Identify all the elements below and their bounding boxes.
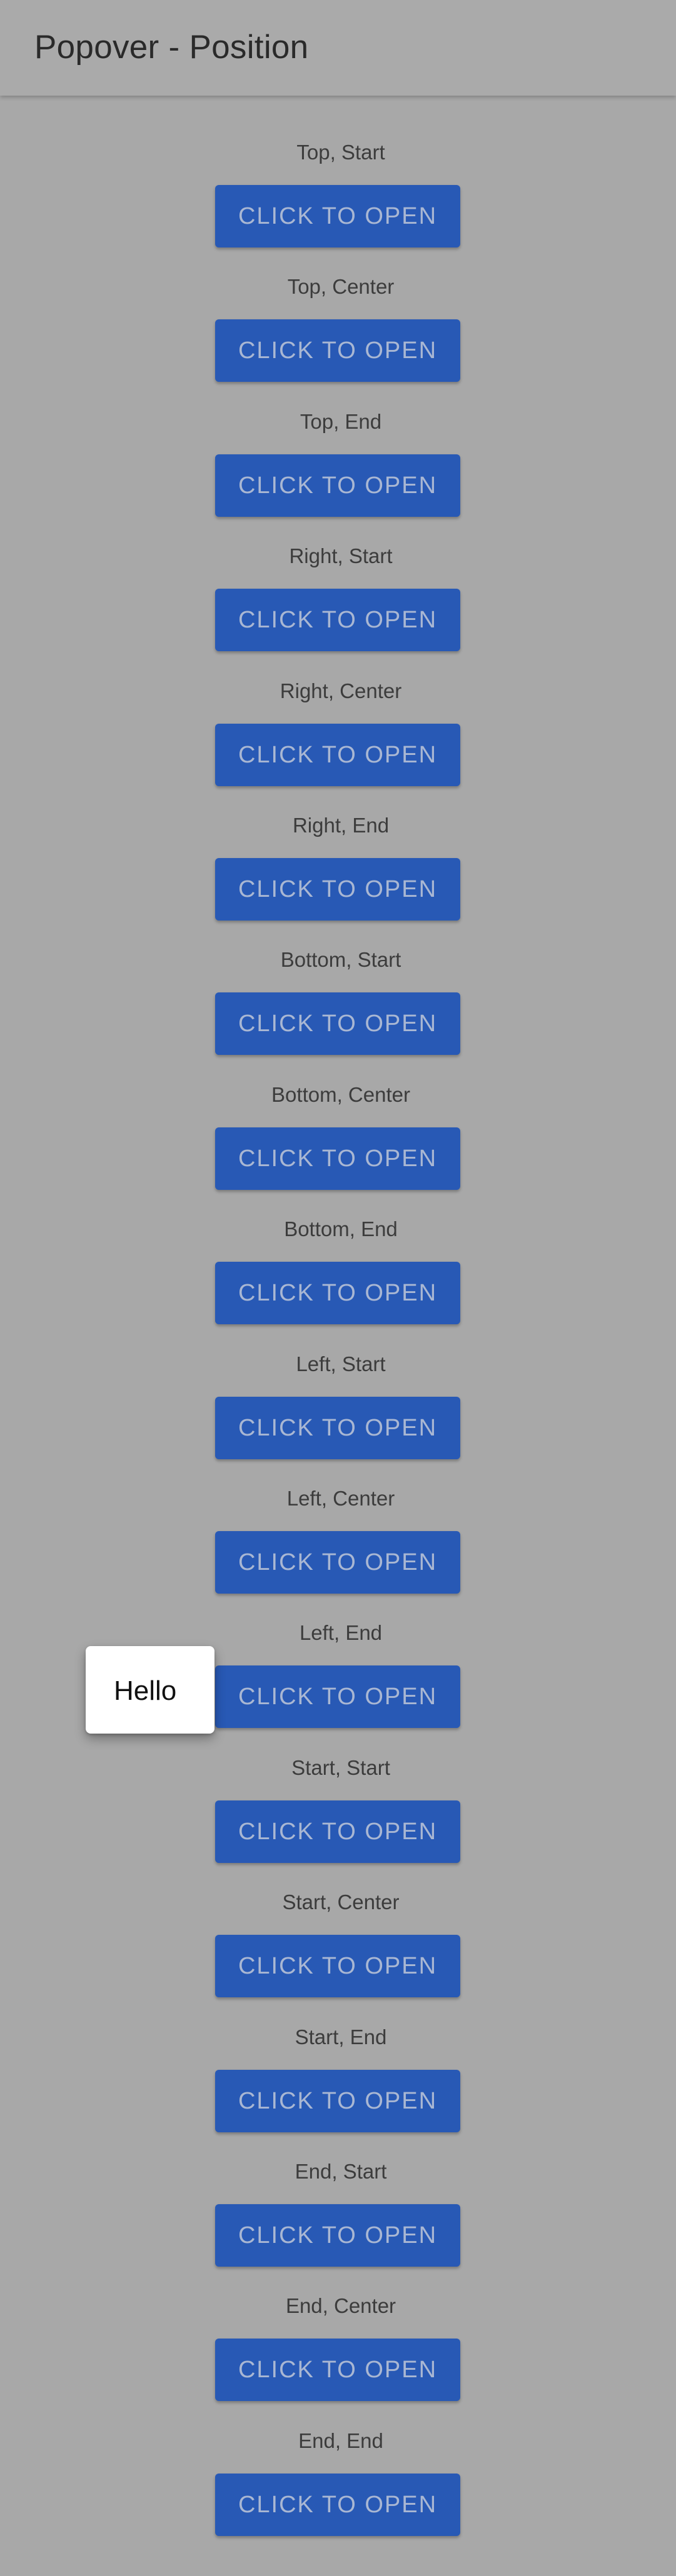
open-popover-button-end-start[interactable]: CLICK TO OPEN (215, 2204, 460, 2267)
open-popover-button-end-end[interactable]: CLICK TO OPEN (215, 2474, 460, 2536)
section-label: Right, End (292, 814, 390, 837)
open-popover-button-right-end[interactable]: CLICK TO OPEN (215, 858, 460, 921)
open-popover-button-bottom-end[interactable]: CLICK TO OPEN (215, 1262, 460, 1324)
section-label: Left, End (299, 1621, 383, 1644)
open-popover-button-left-start[interactable]: CLICK TO OPEN (215, 1397, 460, 1459)
section-label: End, Start (295, 2160, 387, 2183)
section-label: Bottom, Start (280, 948, 401, 971)
section-label: Start, End (295, 2025, 387, 2049)
app-bar: Popover - Position (0, 0, 676, 96)
open-popover-button-top-start[interactable]: CLICK TO OPEN (215, 185, 460, 247)
open-popover-button-right-start[interactable]: CLICK TO OPEN (215, 589, 460, 651)
open-popover-button-bottom-start[interactable]: CLICK TO OPEN (215, 992, 460, 1055)
section-label: Left, Center (286, 1487, 395, 1510)
section-label: Start, Start (291, 1756, 390, 1779)
open-popover-button-start-start[interactable]: CLICK TO OPEN (215, 1800, 460, 1863)
page-title: Popover - Position (34, 29, 309, 66)
open-popover-button-left-end[interactable]: CLICK TO OPEN (215, 1665, 460, 1728)
section-label: End, Center (285, 2294, 396, 2317)
section-label: Start, Center (282, 1890, 400, 1914)
section-label: Top, End (300, 410, 382, 433)
section-label: Top, Center (287, 275, 395, 298)
section-label: End, End (298, 2429, 383, 2452)
open-popover-button-start-center[interactable]: CLICK TO OPEN (215, 1935, 460, 1997)
section-label: Right, Start (289, 544, 393, 567)
open-popover-button-bottom-center[interactable]: CLICK TO OPEN (215, 1127, 460, 1190)
open-popover-button-right-center[interactable]: CLICK TO OPEN (215, 724, 460, 786)
open-popover-button-top-end[interactable]: CLICK TO OPEN (215, 454, 460, 517)
open-popover-button-end-center[interactable]: CLICK TO OPEN (215, 2339, 460, 2401)
section-label: Left, Start (296, 1352, 386, 1375)
open-popover-button-top-center[interactable]: CLICK TO OPEN (215, 319, 460, 382)
open-popover-button-left-center[interactable]: CLICK TO OPEN (215, 1531, 460, 1594)
section-label: Bottom, Center (271, 1083, 410, 1106)
section-label: Bottom, End (284, 1217, 398, 1241)
open-popover-button-start-end[interactable]: CLICK TO OPEN (215, 2070, 460, 2132)
popover: Hello (86, 1646, 214, 1734)
section-label: Right, Center (280, 679, 402, 702)
popover-content: Hello (114, 1675, 177, 1706)
section-label: Top, Start (296, 141, 385, 164)
